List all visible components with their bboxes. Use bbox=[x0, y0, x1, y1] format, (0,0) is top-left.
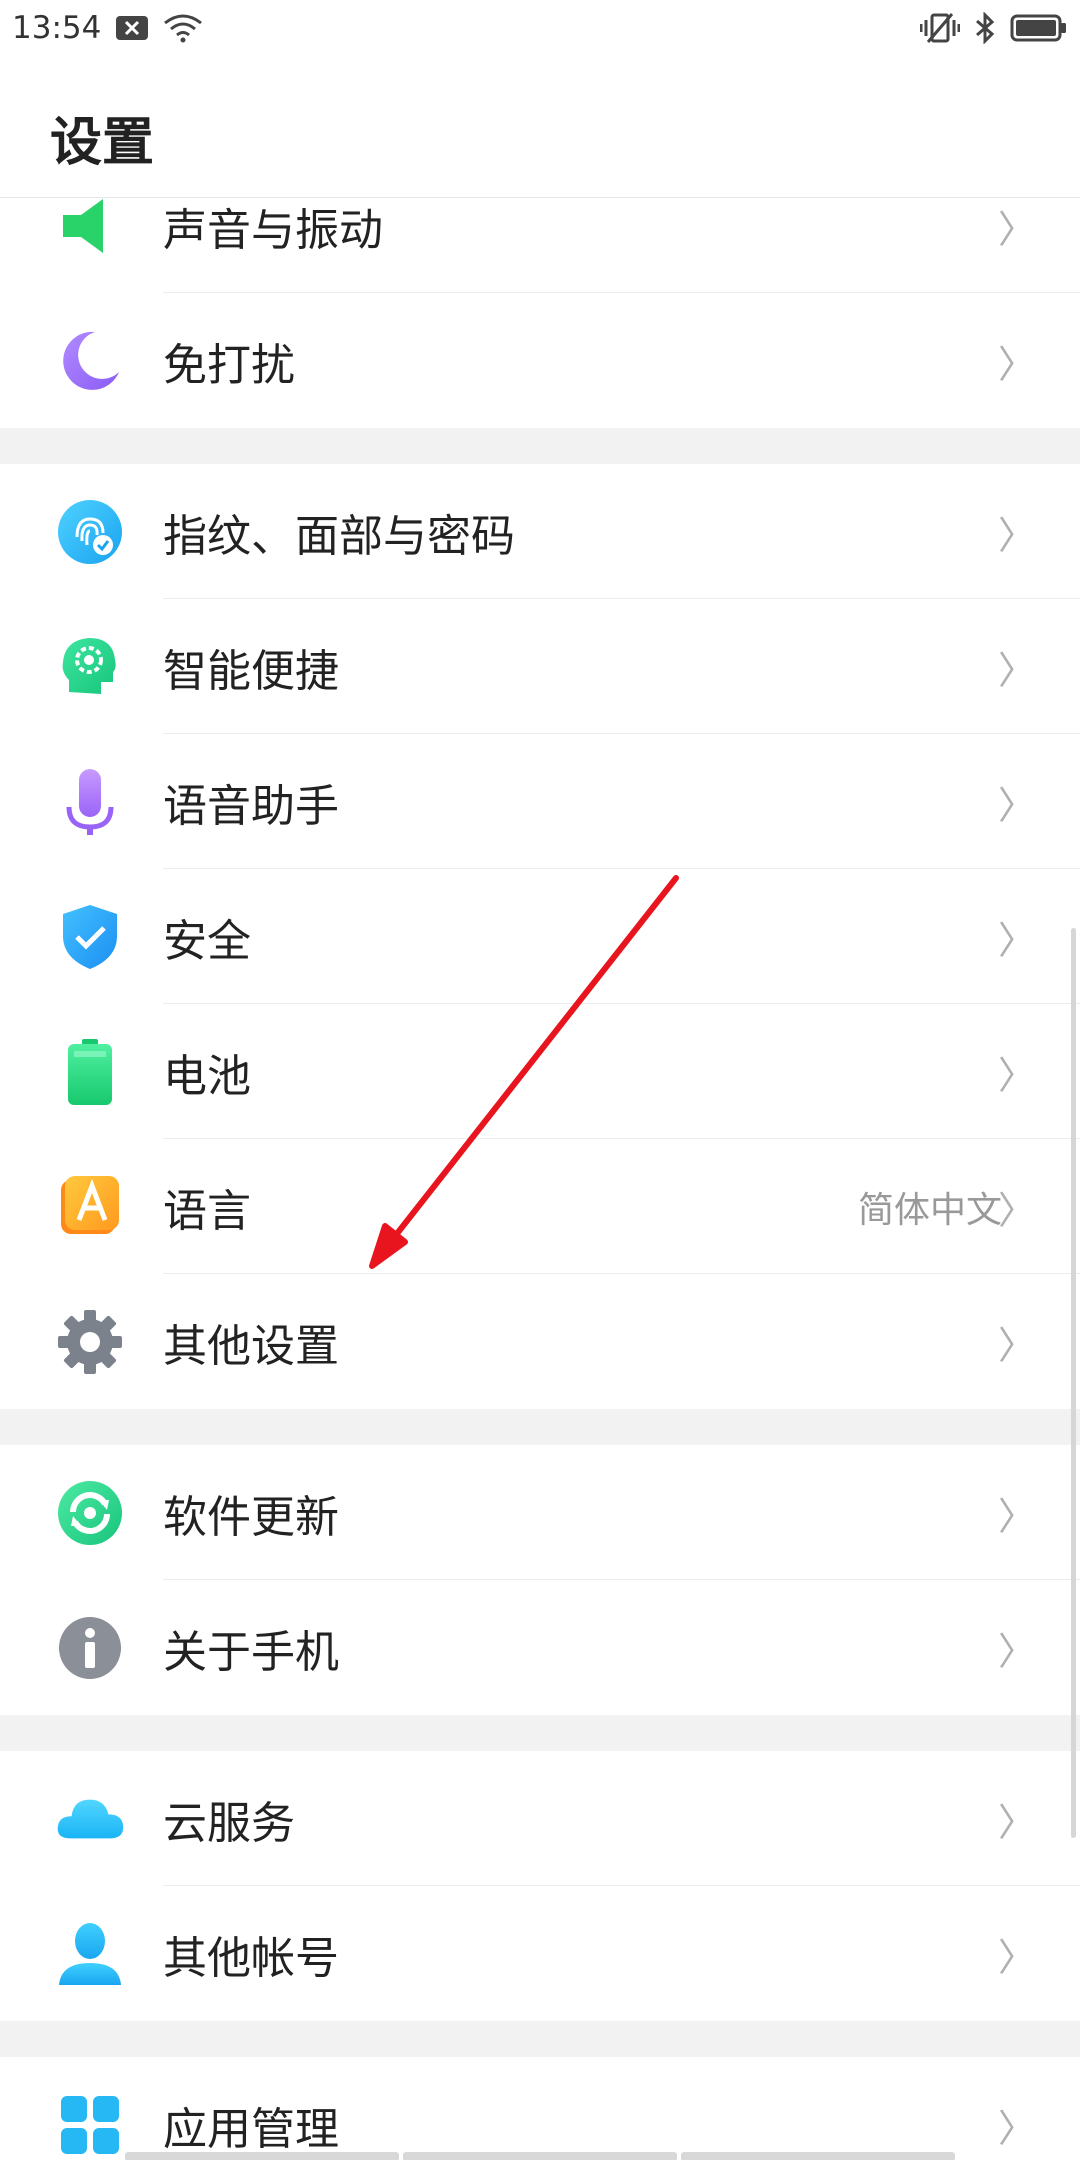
group-separator bbox=[0, 1409, 1080, 1445]
bottom-gesture-bar bbox=[125, 2152, 955, 2160]
cloud-icon bbox=[55, 1784, 125, 1854]
language-icon bbox=[55, 1172, 125, 1242]
chevron-right-icon: 〉 bbox=[997, 342, 1036, 386]
settings-item-label: 应用管理 bbox=[163, 2103, 339, 2155]
battery-icon bbox=[1010, 13, 1068, 43]
moon-icon bbox=[55, 326, 125, 396]
chevron-right-icon: 〉 bbox=[997, 648, 1036, 692]
page-title: 设置 bbox=[50, 113, 155, 173]
group-separator bbox=[0, 2021, 1080, 2057]
chevron-right-icon: 〉 bbox=[997, 513, 1036, 557]
status-bar: 13:54 bbox=[0, 0, 1080, 56]
settings-item-label: 软件更新 bbox=[163, 1491, 339, 1543]
settings-item-smart-shortcuts[interactable]: 智能便捷 〉 bbox=[0, 599, 1080, 734]
settings-item-label: 指纹、面部与密码 bbox=[163, 510, 515, 562]
person-icon bbox=[55, 1919, 125, 1989]
group-separator bbox=[0, 1715, 1080, 1751]
settings-item-battery[interactable]: 电池 〉 bbox=[0, 1004, 1080, 1139]
chevron-right-icon: 〉 bbox=[997, 1053, 1036, 1097]
chevron-right-icon: 〉 bbox=[997, 1188, 1036, 1232]
settings-item-sound[interactable]: 声音与振动 〉 bbox=[0, 198, 1080, 293]
settings-item-label: 免打扰 bbox=[163, 339, 295, 391]
chevron-right-icon: 〉 bbox=[997, 1323, 1036, 1367]
settings-list[interactable]: 声音与振动 〉 免打扰 〉 指纹、面部与密码 〉 智能便捷 〉 语音助手 〉 安… bbox=[0, 198, 1080, 2160]
settings-item-label: 关于手机 bbox=[163, 1626, 339, 1678]
settings-item-label: 电池 bbox=[163, 1050, 251, 1102]
shield-icon bbox=[55, 902, 125, 972]
language-value: 简体中文 bbox=[857, 1189, 1002, 1231]
chevron-right-icon: 〉 bbox=[997, 918, 1036, 962]
apps-grid-icon bbox=[55, 2090, 125, 2160]
update-icon bbox=[55, 1478, 125, 1548]
settings-item-security[interactable]: 安全 〉 bbox=[0, 869, 1080, 1004]
settings-item-cloud-service[interactable]: 云服务 〉 bbox=[0, 1751, 1080, 1886]
settings-item-other-accounts[interactable]: 其他帐号 〉 bbox=[0, 1886, 1080, 2021]
chevron-right-icon: 〉 bbox=[997, 1935, 1036, 1979]
microphone-icon bbox=[55, 767, 125, 837]
battery-icon bbox=[55, 1037, 125, 1107]
scrollbar[interactable] bbox=[1071, 928, 1076, 1838]
fingerprint-icon bbox=[55, 497, 125, 567]
chevron-right-icon: 〉 bbox=[997, 1800, 1036, 1844]
group-separator bbox=[0, 428, 1080, 464]
settings-item-label: 其他设置 bbox=[163, 1320, 339, 1372]
settings-item-voice-assistant[interactable]: 语音助手 〉 bbox=[0, 734, 1080, 869]
settings-item-label: 其他帐号 bbox=[163, 1932, 339, 1984]
settings-item-label: 语言 bbox=[163, 1185, 251, 1237]
status-time: 13:54 bbox=[12, 10, 102, 46]
settings-item-label: 云服务 bbox=[163, 1797, 295, 1849]
notification-x-icon bbox=[115, 15, 149, 41]
chevron-right-icon: 〉 bbox=[997, 1629, 1036, 1673]
vibrate-icon bbox=[920, 12, 960, 44]
chevron-right-icon: 〉 bbox=[997, 2106, 1036, 2150]
info-icon bbox=[55, 1613, 125, 1683]
chevron-right-icon: 〉 bbox=[997, 207, 1036, 251]
smart-head-icon bbox=[55, 632, 125, 702]
settings-item-about-phone[interactable]: 关于手机 〉 bbox=[0, 1580, 1080, 1715]
settings-item-fingerprint[interactable]: 指纹、面部与密码 〉 bbox=[0, 464, 1080, 599]
sound-icon bbox=[55, 198, 125, 261]
settings-item-label: 智能便捷 bbox=[163, 645, 339, 697]
header: 设置 bbox=[0, 56, 1080, 198]
settings-item-language[interactable]: 语言 简体中文 〉 bbox=[0, 1139, 1080, 1274]
chevron-right-icon: 〉 bbox=[997, 783, 1036, 827]
wifi-icon bbox=[163, 13, 203, 43]
settings-item-label: 语音助手 bbox=[163, 780, 339, 832]
settings-item-app-management[interactable]: 应用管理 〉 bbox=[0, 2057, 1080, 2160]
bluetooth-icon bbox=[974, 12, 996, 44]
chevron-right-icon: 〉 bbox=[997, 1494, 1036, 1538]
settings-item-software-update[interactable]: 软件更新 〉 bbox=[0, 1445, 1080, 1580]
gear-icon bbox=[55, 1307, 125, 1377]
settings-item-label: 安全 bbox=[163, 915, 251, 967]
settings-item-do-not-disturb[interactable]: 免打扰 〉 bbox=[0, 293, 1080, 428]
settings-item-label: 声音与振动 bbox=[163, 204, 383, 256]
settings-item-other-settings[interactable]: 其他设置 〉 bbox=[0, 1274, 1080, 1409]
